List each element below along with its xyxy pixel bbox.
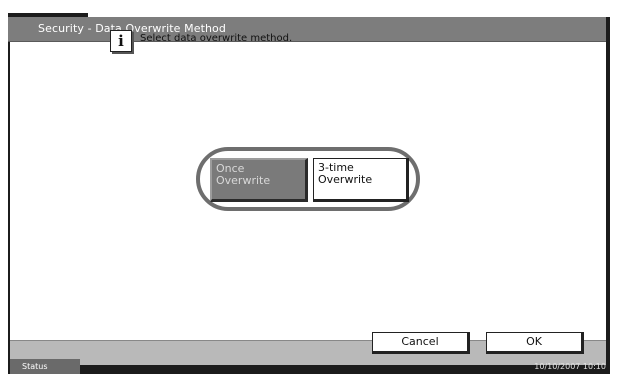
cancel-button[interactable]: Cancel [372,332,470,354]
option-label-line2: Overwrite [318,173,373,186]
info-icon: i [110,30,132,52]
once-overwrite-button[interactable]: Once Overwrite [210,158,308,202]
status-bar [8,366,610,374]
status-button[interactable]: Status [10,359,80,374]
instruction-message: Select data overwrite method. [140,33,293,44]
ok-button[interactable]: OK [486,332,584,354]
title-bar: Security - Data Overwrite Method [8,17,610,63]
option-label-line2: Overwrite [216,174,271,187]
scroll-edge [606,17,610,63]
datetime-display: 10/10/2007 10:10 [534,362,606,371]
three-time-overwrite-button[interactable]: 3-time Overwrite [313,158,409,202]
